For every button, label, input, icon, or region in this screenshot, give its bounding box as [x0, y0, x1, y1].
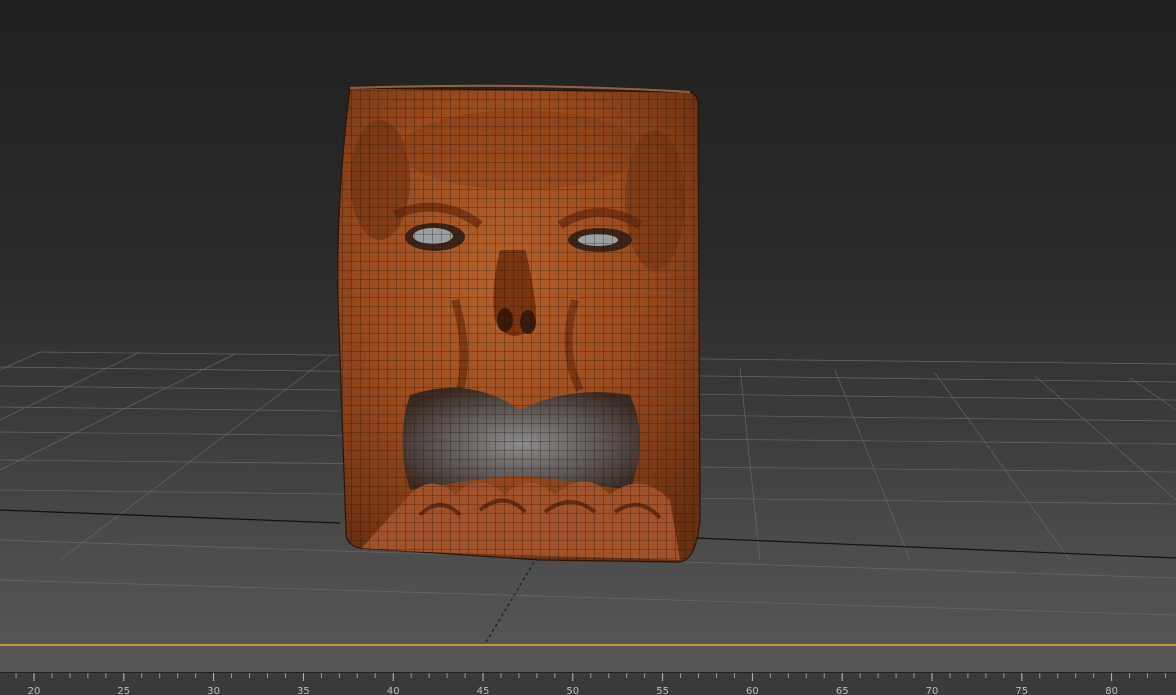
- timeline-tick-label: 45: [477, 686, 490, 695]
- timeline-tick-label: 40: [387, 686, 400, 695]
- viewport-scene[interactable]: [0, 0, 1176, 695]
- timeline-ruler-graphic[interactable]: 20 25 30 35 40 45 50 55 60 65 70 75 80: [0, 673, 1176, 695]
- timeline-tick-label: 70: [926, 686, 939, 695]
- timeline-tick-label: 20: [28, 686, 41, 695]
- world-axis-y: [484, 551, 541, 645]
- timeline-tick-label: 55: [656, 686, 669, 695]
- timeline-tick-label: 25: [117, 686, 130, 695]
- timeline-tick-label: 65: [836, 686, 849, 695]
- book-face-model[interactable]: [330, 80, 710, 570]
- timeline-tick-label: 80: [1105, 686, 1118, 695]
- timeline-tick-label: 50: [566, 686, 579, 695]
- perspective-viewport[interactable]: 20 25 30 35 40 45 50 55 60 65 70 75 80: [0, 0, 1176, 695]
- timeline-tick-label: 35: [297, 686, 310, 695]
- timeline-tick-label: 75: [1015, 686, 1028, 695]
- timeline-ruler[interactable]: 20 25 30 35 40 45 50 55 60 65 70 75 80: [0, 672, 1176, 695]
- timeline-tick-label: 60: [746, 686, 759, 695]
- timeline-tick-label: 30: [207, 686, 220, 695]
- time-slider-track[interactable]: [0, 644, 1176, 646]
